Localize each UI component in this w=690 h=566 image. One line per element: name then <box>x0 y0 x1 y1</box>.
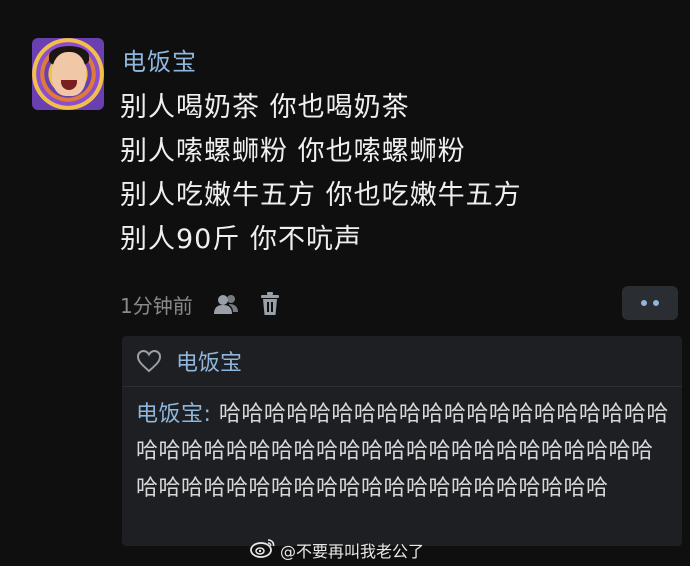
watermark: @不要再叫我老公了 <box>250 537 424 563</box>
people-icon[interactable] <box>213 293 239 315</box>
post-line: 别人90斤 你不吭声 <box>120 224 362 255</box>
username[interactable]: 电饭宝 <box>122 42 197 77</box>
likes-row: 电饭宝 <box>122 336 682 387</box>
watermark-text: @不要再叫我老公了 <box>280 542 425 561</box>
post-body: 别人喝奶茶 你也喝奶茶 别人嗦螺蛳粉 你也嗦螺蛳粉 别人吃嫩牛五方 你也吃嫩牛五… <box>120 86 680 262</box>
reply-author[interactable]: 电饭宝: <box>136 402 211 427</box>
reply-text: 哈哈哈哈哈哈哈哈哈哈哈哈哈哈哈哈哈哈哈哈哈哈哈哈哈哈哈哈哈哈哈哈哈哈哈哈哈哈哈哈… <box>136 402 669 501</box>
heart-icon[interactable] <box>136 349 162 373</box>
reply-content: 电饭宝: 哈哈哈哈哈哈哈哈哈哈哈哈哈哈哈哈哈哈哈哈哈哈哈哈哈哈哈哈哈哈哈哈哈哈哈… <box>136 396 672 507</box>
post-line: 别人吃嫩牛五方 你也吃嫩牛五方 <box>120 180 522 211</box>
reply-box: 电饭宝 电饭宝: 哈哈哈哈哈哈哈哈哈哈哈哈哈哈哈哈哈哈哈哈哈哈哈哈哈哈哈哈哈哈哈… <box>122 336 682 546</box>
timestamp: 1分钟前 <box>120 293 193 318</box>
more-icon[interactable] <box>622 286 678 320</box>
more-dot <box>653 300 659 306</box>
liker-name[interactable]: 电饭宝 <box>176 345 242 377</box>
post-meta: 1分钟前 <box>120 290 281 318</box>
post-line: 别人嗦螺蛳粉 你也嗦螺蛳粉 <box>120 136 466 167</box>
avatar[interactable] <box>32 38 104 110</box>
more-dot <box>641 300 647 306</box>
weibo-icon <box>250 537 276 563</box>
trash-icon[interactable] <box>259 292 281 316</box>
post-line: 别人喝奶茶 你也喝奶茶 <box>120 92 410 123</box>
